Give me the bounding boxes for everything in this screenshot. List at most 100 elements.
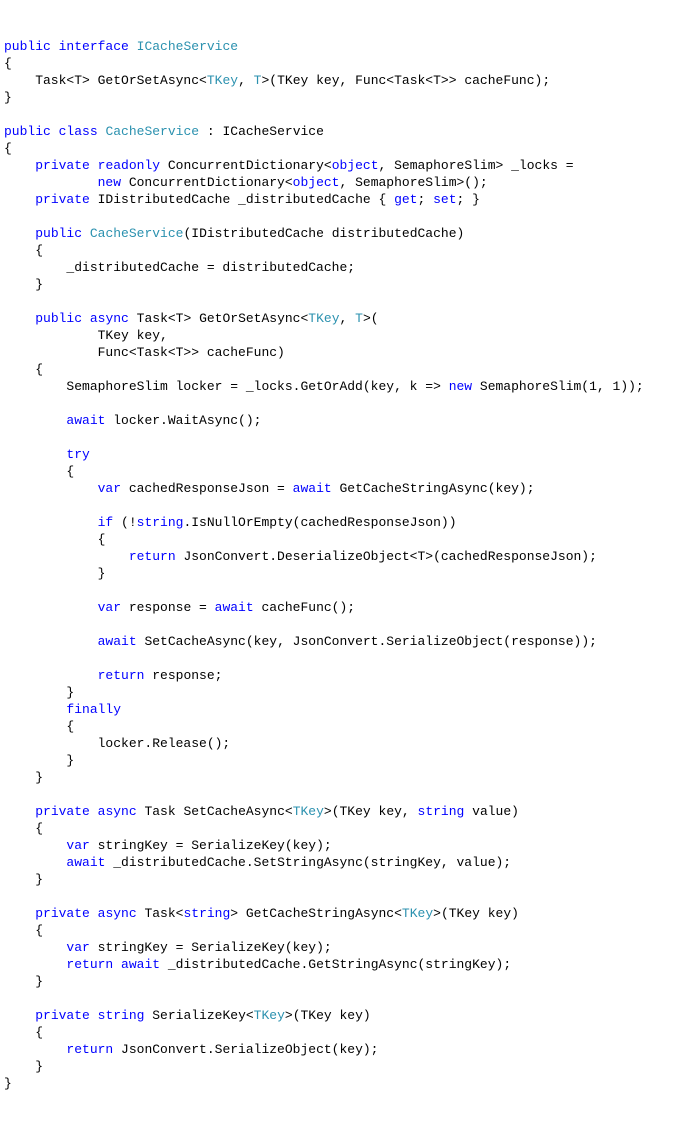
kw-if: if — [98, 515, 114, 530]
brace: } — [4, 753, 74, 768]
indent — [4, 226, 35, 241]
kw-return: return — [98, 668, 145, 683]
indent — [4, 634, 98, 649]
brace: { — [4, 532, 105, 547]
kw-interface: interface — [59, 39, 129, 54]
indent — [4, 600, 98, 615]
code-text: TKey key, — [4, 328, 168, 343]
kw-async: async — [98, 906, 137, 921]
indent — [4, 1008, 35, 1023]
indent — [4, 481, 98, 496]
kw-finally: finally — [66, 702, 121, 717]
code-text: , SemaphoreSlim> _locks = — [379, 158, 574, 173]
indent — [4, 549, 129, 564]
code-text: JsonConvert.SerializeObject(key); — [113, 1042, 378, 1057]
kw-public: public — [4, 124, 51, 139]
type-tkey: TKey — [293, 804, 324, 819]
code-text: _distributedCache.SetStringAsync(stringK… — [105, 855, 511, 870]
kw-object: object — [293, 175, 340, 190]
brace: { — [4, 362, 43, 377]
kw-new: new — [449, 379, 472, 394]
indent — [4, 957, 66, 972]
code-text: >(TKey key, — [324, 804, 418, 819]
kw-await: await — [215, 600, 254, 615]
code-text: SemaphoreSlim locker = _locks.GetOrAdd(k… — [4, 379, 449, 394]
indent — [4, 413, 66, 428]
kw-return: return — [66, 957, 113, 972]
indent — [4, 515, 98, 530]
kw-private: private — [35, 906, 90, 921]
code-text: .IsNullOrEmpty(cachedResponseJson)) — [183, 515, 456, 530]
kw-var: var — [98, 600, 121, 615]
kw-set: set — [433, 192, 456, 207]
brace: } — [4, 685, 74, 700]
kw-get: get — [394, 192, 417, 207]
brace: { — [4, 923, 43, 938]
kw-private: private — [35, 158, 90, 173]
kw-string: string — [137, 515, 184, 530]
kw-string: string — [183, 906, 230, 921]
code-text: cachedResponseJson = — [121, 481, 293, 496]
code-text: Task< — [137, 906, 184, 921]
brace: { — [4, 1025, 43, 1040]
indent — [4, 702, 66, 717]
brace: } — [4, 770, 43, 785]
code-text: : ICacheService — [199, 124, 324, 139]
indent — [4, 804, 35, 819]
indent — [4, 906, 35, 921]
kw-async: async — [98, 804, 137, 819]
kw-public: public — [35, 226, 82, 241]
indent — [4, 1042, 66, 1057]
type-cacheservice: CacheService — [105, 124, 199, 139]
kw-await: await — [121, 957, 160, 972]
kw-await: await — [66, 413, 105, 428]
kw-await: await — [66, 855, 105, 870]
kw-var: var — [98, 481, 121, 496]
indent — [4, 668, 98, 683]
code-text: SemaphoreSlim(1, 1)); — [472, 379, 644, 394]
code-text: (! — [113, 515, 136, 530]
brace: } — [4, 566, 105, 581]
code-text: SerializeKey< — [144, 1008, 253, 1023]
brace: } — [4, 90, 12, 105]
code-text: SetCacheAsync(key, JsonConvert.Serialize… — [137, 634, 597, 649]
kw-var: var — [66, 838, 89, 853]
code-text: Func<Task<T>> cacheFunc) — [4, 345, 285, 360]
code-text: ; } — [457, 192, 480, 207]
kw-return: return — [66, 1042, 113, 1057]
kw-class: class — [59, 124, 98, 139]
code-text: > GetCacheStringAsync< — [230, 906, 402, 921]
kw-await: await — [98, 634, 137, 649]
code-text: (IDistributedCache distributedCache) — [183, 226, 464, 241]
kw-private: private — [35, 1008, 90, 1023]
kw-public: public — [35, 311, 82, 326]
indent — [4, 158, 35, 173]
indent — [4, 855, 66, 870]
type-tkey: TKey — [207, 73, 238, 88]
kw-var: var — [66, 940, 89, 955]
brace: { — [4, 141, 12, 156]
code-text: response = — [121, 600, 215, 615]
kw-private: private — [35, 804, 90, 819]
kw-return: return — [129, 549, 176, 564]
indent — [4, 175, 98, 190]
indent — [4, 311, 35, 326]
code-text: ; — [417, 192, 433, 207]
code-text: IDistributedCache _distributedCache { — [90, 192, 394, 207]
kw-string: string — [98, 1008, 145, 1023]
brace: } — [4, 1076, 12, 1091]
code-text: , — [238, 73, 254, 88]
code-text: Task<T> GetOrSetAsync< — [129, 311, 308, 326]
code-text: locker.Release(); — [4, 736, 230, 751]
brace: { — [4, 56, 12, 71]
brace: { — [4, 719, 74, 734]
code-text: , — [340, 311, 356, 326]
kw-readonly: readonly — [98, 158, 160, 173]
code-text: >(TKey key) — [285, 1008, 371, 1023]
kw-public: public — [4, 39, 51, 54]
code-text: _distributedCache = distributedCache; — [4, 260, 355, 275]
code-text: >( — [363, 311, 379, 326]
indent — [4, 940, 66, 955]
type-icacheservice: ICacheService — [137, 39, 238, 54]
type-t: T — [355, 311, 363, 326]
